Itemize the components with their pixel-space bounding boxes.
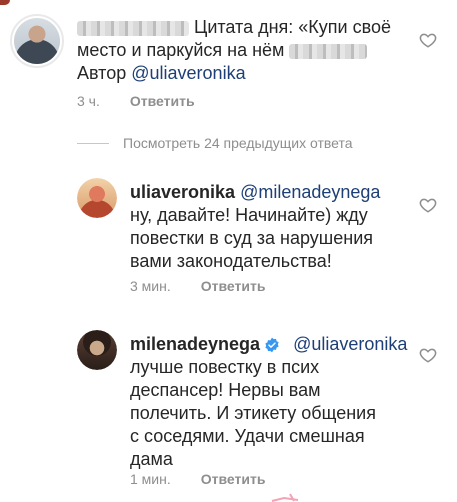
view-replies-label: Посмотреть 24 предыдущих ответа <box>123 135 353 151</box>
heart-outline-icon[interactable] <box>419 346 437 364</box>
reply-text-line: лучше повестку в псих <box>130 357 320 377</box>
avatar[interactable] <box>77 178 117 218</box>
previous-comment-edge <box>0 0 10 5</box>
reply-text-line: вами законодательства! <box>130 251 332 271</box>
redacted-username <box>77 20 189 36</box>
heart-outline-icon[interactable] <box>419 196 437 214</box>
avatar[interactable] <box>10 14 64 68</box>
verified-badge-icon <box>265 337 279 353</box>
mention-link[interactable]: @milenadeynega <box>240 182 380 202</box>
heart-outline-icon[interactable] <box>419 31 437 49</box>
decoration-scribble-icon <box>271 493 299 502</box>
comment-text-line: место и паркуйся на нём <box>77 40 285 60</box>
reply-button[interactable]: Ответить <box>201 471 266 487</box>
reply-time: 1 мин. <box>130 471 171 487</box>
reply-text-line: ну, давайте! Начинайте) жду <box>130 205 368 225</box>
reply-button[interactable]: Ответить <box>201 278 266 294</box>
mention-link[interactable]: @uliaveronika <box>131 63 245 83</box>
divider-line <box>77 142 109 144</box>
reply-button[interactable]: Ответить <box>130 93 195 109</box>
comment-text-line: Цитата дня: «Купи своё <box>194 17 391 37</box>
reply-text-line: с соседями. Удачи смешная <box>130 426 365 446</box>
reply-text-line: дама <box>130 449 173 469</box>
avatar[interactable] <box>77 330 117 370</box>
view-previous-replies-button[interactable]: Посмотреть 24 предыдущих ответа <box>77 135 353 151</box>
reply-username[interactable]: milenadeynega <box>130 334 260 354</box>
reply-username[interactable]: uliaveronika <box>130 182 235 202</box>
reply-text-line: повестки в суд за нарушения <box>130 228 373 248</box>
reply-time: 3 мин. <box>130 278 171 294</box>
comment-text-line: Автор <box>77 63 132 83</box>
reply-text-line: полечить. И этикету общения <box>130 403 376 423</box>
redacted-text <box>289 43 368 59</box>
reply-text-line: деспансер! Нервы вам <box>130 380 321 400</box>
comment-time: 3 ч. <box>77 93 100 109</box>
mention-link[interactable]: @uliaveronika <box>293 334 407 354</box>
